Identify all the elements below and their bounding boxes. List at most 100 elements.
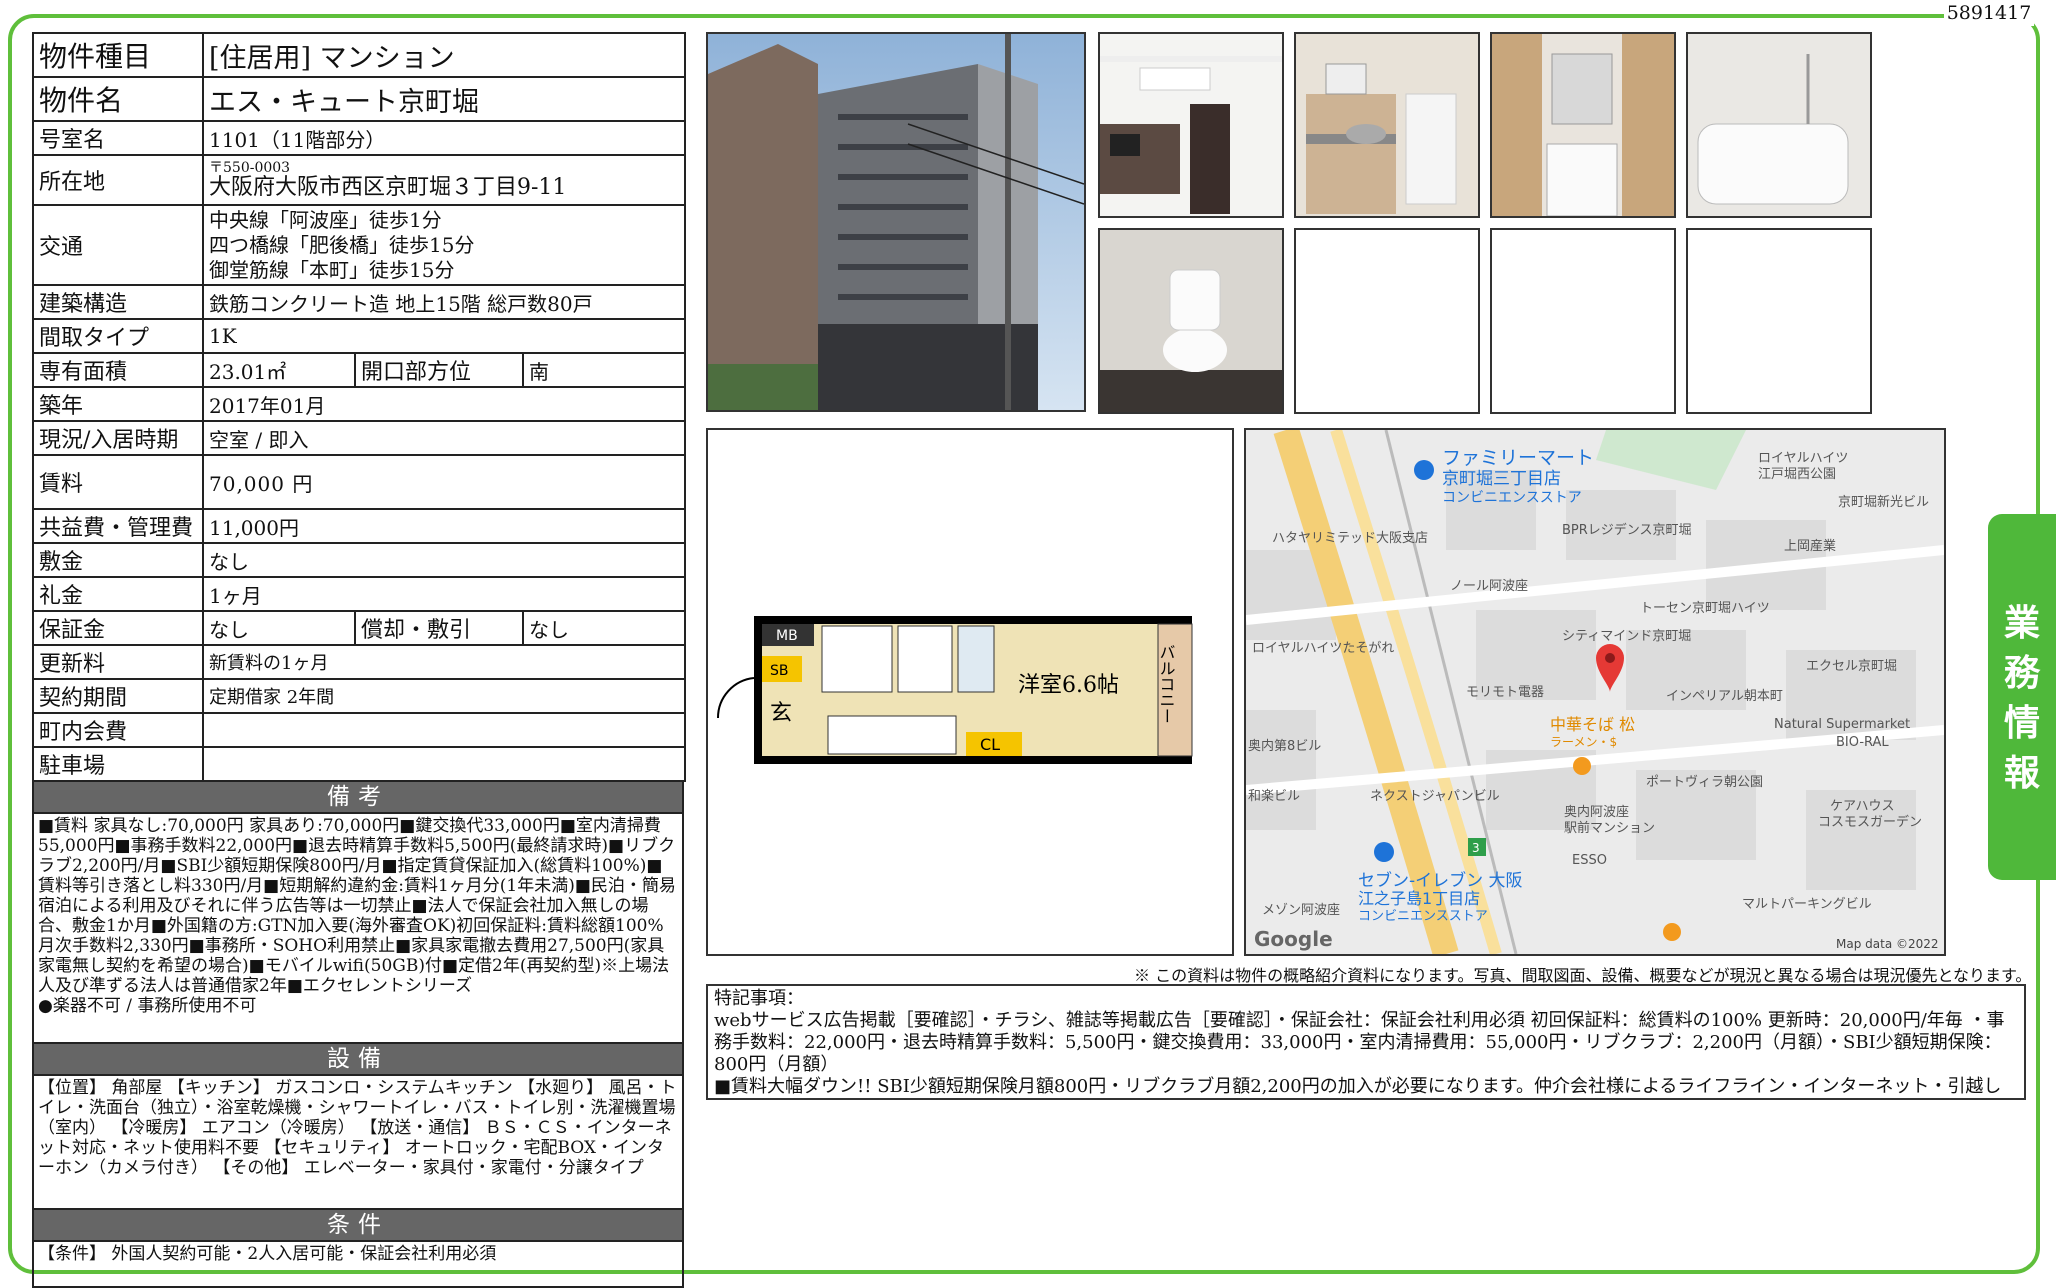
- map-label-29: 江之子島1丁目店: [1358, 889, 1480, 908]
- photo-washroom[interactable]: [1490, 32, 1676, 218]
- row-property-name: 物件名 エス・キュート京町堀: [32, 76, 687, 122]
- map-label-27: コスモスガーデン: [1818, 814, 1922, 830]
- map-label-21: ポートヴィラ朝公園: [1646, 774, 1763, 790]
- row-guarantee: 保証金 なし 償却・敷引 なし: [32, 610, 687, 646]
- location-map[interactable]: ファミリーマート 京町堀三丁目店 コンビニエンスストア ロイヤルハイツ 江戸堀西…: [1244, 428, 1946, 956]
- value-contract: 定期借家 2年間: [201, 678, 687, 714]
- label-transit: 交通: [32, 204, 204, 286]
- value-key-money: 1ヶ月: [201, 576, 687, 612]
- map-label-13: エクセル京町堀: [1806, 659, 1897, 674]
- row-address: 所在地 〒550-0003 大阪府大阪市西区京町堀３丁目9-11: [32, 154, 687, 206]
- remarks-heading: 備考: [32, 782, 684, 814]
- special-notes: 特記事項： webサービス広告掲載［要確認］・チラシ、雑誌等掲載広告［要確認］・…: [706, 984, 2026, 1100]
- equipment-body: 【位置】 角部屋 【キッチン】 ガスコンロ・システムキッチン 【水廻り】 風呂・…: [32, 1076, 684, 1210]
- map-label-30: コンビニエンスストア: [1358, 909, 1488, 924]
- photo-building-exterior[interactable]: [706, 32, 1086, 412]
- value-town-fee: [201, 712, 687, 748]
- disclaimer: ※ この資料は物件の概略紹介資料になります。写真、間取図面、設備、概要などが現況…: [1134, 966, 2032, 985]
- value-property-type: [住居用] マンション: [201, 32, 687, 78]
- business-info-tab[interactable]: 業務情報: [1988, 514, 2056, 880]
- conditions-heading: 条件: [32, 1210, 684, 1242]
- map-label-34: 3: [1472, 841, 1480, 855]
- row-contract: 契約期間 定期借家 2年間: [32, 678, 687, 714]
- map-label-1: 京町堀三丁目店: [1442, 469, 1561, 489]
- map-label-25: 駅前マンション: [1564, 820, 1655, 836]
- map-label-19: 中華そば 松: [1550, 715, 1635, 734]
- value-area: 23.01㎡: [202, 352, 356, 388]
- label-town-fee: 町内会費: [32, 712, 204, 748]
- map-label-5: 京町堀新光ビル: [1838, 494, 1929, 510]
- value-deposit: なし: [201, 542, 687, 578]
- transit-line-3: 御堂筋線「本町」徒歩15分: [209, 257, 455, 282]
- value-parking: [201, 746, 687, 782]
- photo-bathroom[interactable]: [1686, 32, 1872, 218]
- label-renewal: 更新料: [32, 644, 204, 680]
- label-address: 所在地: [32, 154, 204, 206]
- map-label-16: Natural Supermarket: [1774, 717, 1910, 732]
- row-transit: 交通 中央線「阿波座」徒歩1分 四つ橋線「肥後橋」徒歩15分 御堂筋線「本町」徒…: [32, 204, 687, 286]
- row-area: 専有面積 23.01㎡ 開口部方位 南: [32, 352, 687, 388]
- value-property-name: エス・キュート京町堀: [201, 76, 687, 122]
- map-label-20: ラーメン・$: [1550, 735, 1617, 749]
- map-label-6: ハタヤリミテッド大阪支店: [1272, 531, 1428, 546]
- map-label-18: 奥内第8ビル: [1248, 738, 1321, 754]
- label-direction: 開口部方位: [354, 352, 524, 388]
- map-label-32: メゾン阿波座: [1262, 903, 1340, 918]
- remarks-text: ■賃料 家具なし:70,000円 家具あり:70,000円■鍵交換代33,000…: [38, 816, 676, 996]
- value-address: 〒550-0003 大阪府大阪市西区京町堀３丁目9-11: [201, 154, 687, 206]
- floor-sb-label: SB: [770, 663, 789, 679]
- photo-slot-empty-3: [1686, 228, 1872, 414]
- label-area: 専有面積: [32, 352, 204, 388]
- value-rent: 70,000 円: [201, 454, 687, 510]
- map-label-11: ロイヤルハイツたそがれ: [1252, 641, 1394, 656]
- map-label-12: シティマインド京町堀: [1562, 629, 1691, 644]
- postal-code: 〒550-0003: [209, 160, 291, 176]
- value-renewal: 新賃料の1ヶ月: [201, 644, 687, 680]
- business-info-tab-label: 業務情報: [2003, 602, 2040, 794]
- map-label-4: 江戸堀西公園: [1758, 467, 1836, 482]
- row-built: 築年 2017年01月: [32, 386, 687, 422]
- label-parking: 駐車場: [32, 746, 204, 782]
- row-room: 号室名 1101（11階部分）: [32, 120, 687, 156]
- equipment-text: 【位置】 角部屋 【キッチン】 ガスコンロ・システムキッチン 【水廻り】 風呂・…: [38, 1078, 677, 1178]
- row-fee: 共益費・管理費 11,000円: [32, 508, 687, 544]
- property-info-panel: 物件種目 [住居用] マンション 物件名 エス・キュート京町堀 号室名 1101…: [32, 32, 687, 1288]
- value-layout: 1K: [201, 318, 687, 354]
- map-label-31: ESSO: [1572, 853, 1607, 868]
- photo-slot-empty-1: [1294, 228, 1480, 414]
- value-structure: 鉄筋コンクリート造 地上15階 総戸数80戸: [201, 284, 687, 320]
- map-label-14: モリモト電器: [1466, 685, 1544, 700]
- value-guarantee: なし: [202, 610, 356, 646]
- value-amortization: なし: [521, 610, 687, 646]
- row-rent: 賃料 70,000 円: [32, 454, 687, 510]
- equipment-heading: 設備: [32, 1044, 684, 1076]
- photo-room[interactable]: [1098, 32, 1284, 218]
- row-deposit: 敷金 なし: [32, 542, 687, 578]
- floor-plan[interactable]: MB SB 玄 洋室6.6帖 CL バルコニー: [706, 428, 1234, 956]
- conditions-body: 【条件】 外国人契約可能・2人入居可能・保証会社利用必須: [32, 1242, 684, 1288]
- row-layout: 間取タイプ 1K: [32, 318, 687, 354]
- remarks-note: ●楽器不可 / 事務所使用不可: [38, 996, 257, 1016]
- label-layout: 間取タイプ: [32, 318, 204, 354]
- special-notes-title: 特記事項：: [714, 988, 804, 1009]
- transit-line-1: 中央線「阿波座」徒歩1分: [209, 207, 442, 232]
- photo-slot-empty-2: [1490, 228, 1676, 414]
- map-label-15: インペリアル朝本町: [1666, 689, 1783, 704]
- label-rent: 賃料: [32, 454, 204, 510]
- row-status: 現況/入居時期 空室 / 即入: [32, 420, 687, 456]
- transit-line-2: 四つ橋線「肥後橋」徒歩15分: [209, 232, 475, 257]
- photo-toilet[interactable]: [1098, 228, 1284, 414]
- special-notes-line-1: webサービス広告掲載［要確認］・チラシ、雑誌等掲載広告［要確認］・保証会社：保…: [714, 1010, 2005, 1075]
- property-info-table: 物件種目 [住居用] マンション 物件名 エス・キュート京町堀 号室名 1101…: [32, 32, 687, 782]
- value-transit: 中央線「阿波座」徒歩1分 四つ橋線「肥後橋」徒歩15分 御堂筋線「本町」徒歩15…: [201, 204, 687, 286]
- map-label-7: BPRレジデンス京町堀: [1562, 522, 1692, 538]
- map-label-33: マルトパーキングビル: [1742, 897, 1872, 912]
- map-label-22: 和楽ビル: [1248, 788, 1300, 804]
- map-label-8: 上岡産業: [1784, 538, 1836, 554]
- photo-kitchen[interactable]: [1294, 32, 1480, 218]
- floor-entrance-label: 玄: [770, 701, 792, 726]
- map-label-9: ノール阿波座: [1450, 579, 1528, 594]
- label-key-money: 礼金: [32, 576, 204, 612]
- map-label-17: BIO-RAL: [1836, 735, 1889, 750]
- document-id: 5891417: [1944, 2, 2034, 26]
